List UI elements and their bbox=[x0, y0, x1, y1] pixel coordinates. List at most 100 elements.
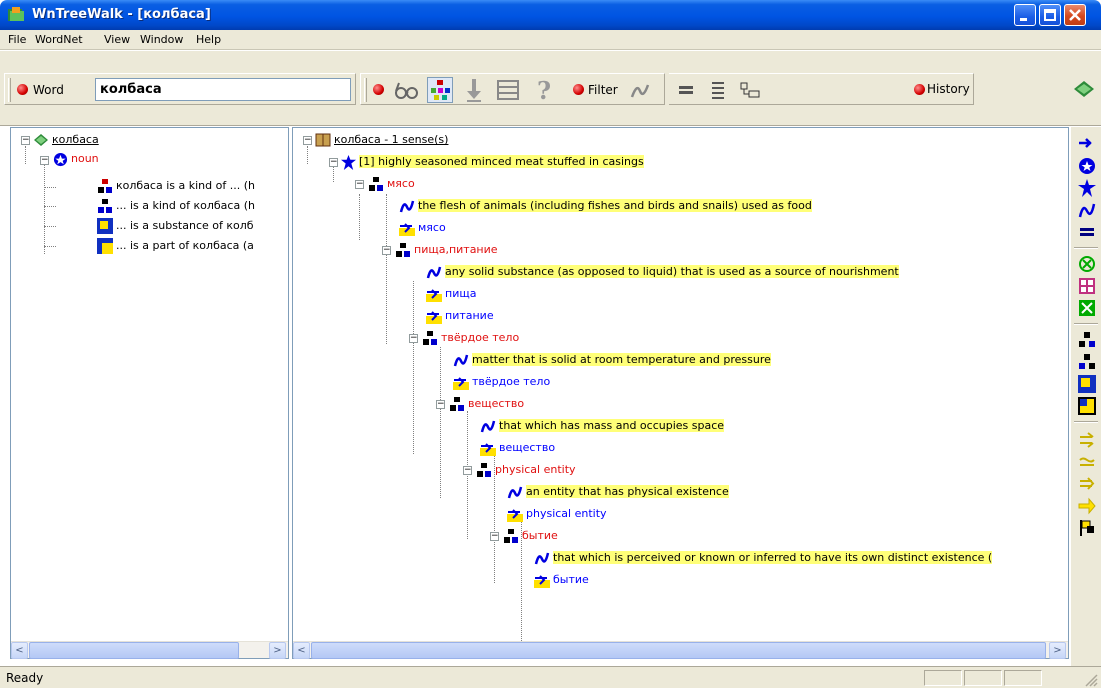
menu-view[interactable]: View bbox=[104, 33, 130, 46]
collapse-toggle[interactable]: − bbox=[436, 400, 445, 409]
right-tree-pane[interactable]: − колбаса - 1 sense(s) − [1] highly seas… bbox=[292, 127, 1069, 659]
list-icon[interactable] bbox=[705, 77, 731, 103]
collapse-toggle[interactable]: − bbox=[382, 246, 391, 255]
hypernym-item[interactable]: бытие bbox=[503, 527, 558, 545]
noun-icon[interactable] bbox=[1078, 157, 1096, 175]
hyponym-icon[interactable] bbox=[1078, 353, 1096, 371]
pointer-icon[interactable] bbox=[1078, 497, 1096, 515]
equals-icon[interactable] bbox=[1078, 223, 1096, 241]
scroll-right-button[interactable]: > bbox=[269, 642, 286, 659]
sense-star-icon[interactable] bbox=[1078, 179, 1096, 197]
hypernym-item[interactable]: physical entity bbox=[476, 461, 576, 479]
entail-icon[interactable] bbox=[1078, 431, 1096, 449]
word-item[interactable]: вещество bbox=[480, 439, 555, 457]
collapse-toggle[interactable]: − bbox=[40, 156, 49, 165]
gloss-icon bbox=[507, 486, 523, 499]
minimize-button[interactable] bbox=[1014, 4, 1036, 26]
filter-label[interactable]: Filter bbox=[588, 83, 618, 97]
maximize-button[interactable] bbox=[1039, 4, 1061, 26]
hypernym-item[interactable]: мясо bbox=[368, 175, 415, 193]
left-tree-pane[interactable]: − колбаса − noun колбаса is a kind of ..… bbox=[10, 127, 289, 659]
collapse-toggle[interactable]: − bbox=[355, 180, 364, 189]
menu-window[interactable]: Window bbox=[140, 33, 183, 46]
word-item[interactable]: physical entity bbox=[507, 505, 607, 523]
sense-item[interactable]: [1] highly seasoned minced meat stuffed … bbox=[341, 153, 644, 171]
word-item[interactable]: твёрдое тело bbox=[453, 373, 550, 391]
scroll-left-button[interactable]: < bbox=[11, 642, 28, 659]
collapse-toggle[interactable]: − bbox=[409, 334, 418, 343]
right-hscrollbar[interactable]: < > bbox=[293, 641, 1068, 659]
scroll-thumb[interactable] bbox=[29, 642, 239, 659]
collapse-toggle[interactable]: − bbox=[329, 158, 338, 167]
part-icon[interactable] bbox=[1078, 397, 1096, 415]
title-bar[interactable]: WnTreeWalk - [колбаса] bbox=[0, 0, 1101, 30]
menu-wordnet[interactable]: WordNet bbox=[35, 33, 83, 46]
similar-icon[interactable] bbox=[1078, 453, 1096, 471]
tree-view-button[interactable] bbox=[427, 77, 453, 103]
collapse-toggle[interactable]: − bbox=[303, 136, 312, 145]
status-panel bbox=[924, 670, 962, 686]
hypernym-item[interactable]: твёрдое тело bbox=[422, 329, 519, 347]
close-icon bbox=[1069, 9, 1081, 21]
tree-root-item[interactable]: колбаса bbox=[33, 131, 99, 149]
grid-icon[interactable] bbox=[1078, 277, 1096, 295]
word-icon[interactable] bbox=[1078, 135, 1096, 153]
cross-box-icon[interactable] bbox=[1078, 299, 1096, 317]
menu-file[interactable]: File bbox=[8, 33, 26, 46]
word-item[interactable]: пища bbox=[426, 285, 476, 303]
menu-bar: File WordNet View Window Help bbox=[0, 30, 1101, 50]
collapse-toggle[interactable]: − bbox=[21, 136, 30, 145]
down-arrow-icon[interactable] bbox=[461, 77, 487, 103]
word-label: Word bbox=[33, 83, 64, 97]
gloss-item[interactable]: the flesh of animals (including fishes a… bbox=[399, 197, 812, 215]
word-item[interactable]: мясо bbox=[399, 219, 446, 237]
relation-item[interactable]: колбаса is a kind of ... (h bbox=[97, 177, 255, 195]
status-panel bbox=[1004, 670, 1042, 686]
collapse-toggle[interactable]: − bbox=[490, 532, 499, 541]
equals-icon[interactable] bbox=[673, 77, 699, 103]
antonym-icon[interactable] bbox=[1078, 255, 1096, 273]
arrow-right-icon[interactable] bbox=[1078, 475, 1096, 493]
word-icon bbox=[399, 223, 415, 236]
hypernym-icon[interactable] bbox=[1078, 331, 1096, 349]
pos-item[interactable]: noun bbox=[53, 150, 99, 168]
gloss-item[interactable]: matter that is solid at room temperature… bbox=[453, 351, 771, 369]
gloss-filter-icon[interactable] bbox=[627, 77, 653, 103]
book-icon[interactable] bbox=[1071, 76, 1097, 102]
scroll-thumb[interactable] bbox=[311, 642, 1046, 659]
close-button[interactable] bbox=[1064, 4, 1086, 26]
hypernym-item[interactable]: пища,питание bbox=[395, 241, 498, 259]
gloss-icon[interactable] bbox=[1078, 201, 1096, 219]
structure-icon[interactable] bbox=[737, 77, 763, 103]
scroll-left-button[interactable]: < bbox=[293, 642, 310, 659]
history-label[interactable]: History bbox=[927, 82, 970, 96]
gloss-icon bbox=[534, 552, 550, 565]
gloss-item[interactable]: that which is perceived or known or infe… bbox=[534, 549, 1068, 567]
band-grip[interactable] bbox=[8, 78, 11, 102]
scroll-right-button[interactable]: > bbox=[1049, 642, 1066, 659]
relation-item[interactable]: ... is a part of колбаса (a bbox=[97, 237, 254, 255]
help-icon[interactable]: ? bbox=[531, 77, 557, 103]
gloss-item[interactable]: that which has mass and occupies space bbox=[480, 417, 725, 435]
flag-icon[interactable] bbox=[1078, 519, 1096, 537]
band-grip[interactable] bbox=[364, 78, 367, 102]
word-item[interactable]: питание bbox=[426, 307, 494, 325]
gloss-item[interactable]: an entity that has physical existence bbox=[507, 483, 729, 501]
substance-icon[interactable] bbox=[1078, 375, 1096, 393]
panes-icon[interactable] bbox=[495, 77, 521, 103]
menu-help[interactable]: Help bbox=[196, 33, 221, 46]
relation-item[interactable]: ... is a kind of колбаса (h bbox=[97, 197, 255, 215]
word-input[interactable] bbox=[95, 78, 351, 101]
left-hscrollbar[interactable]: < > bbox=[11, 641, 288, 659]
resize-grip-icon[interactable] bbox=[1084, 673, 1098, 687]
collapse-toggle[interactable]: − bbox=[463, 466, 472, 475]
gloss-item[interactable]: any solid substance (as opposed to liqui… bbox=[426, 263, 899, 281]
word-item[interactable]: бытие bbox=[534, 571, 589, 589]
gloss-icon bbox=[399, 200, 415, 213]
relation-item[interactable]: ... is a substance of колб bbox=[97, 217, 254, 235]
word-icon bbox=[480, 443, 496, 456]
toolbar: Word ? Filter History bbox=[0, 51, 1101, 126]
glasses-icon[interactable] bbox=[393, 77, 419, 103]
hypernym-item[interactable]: вещество bbox=[449, 395, 524, 413]
synset-root-item[interactable]: колбаса - 1 sense(s) bbox=[315, 131, 448, 149]
